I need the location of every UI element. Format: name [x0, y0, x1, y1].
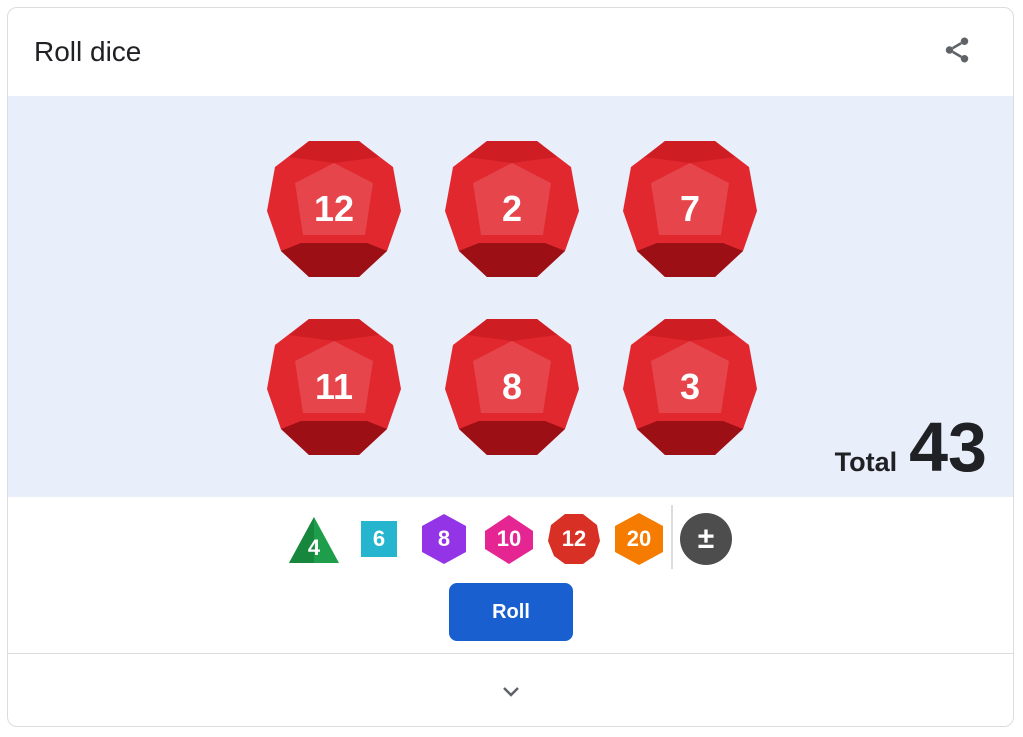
die-value: 12 — [313, 188, 355, 229]
expand-button[interactable] — [491, 673, 531, 709]
die-value: 11 — [314, 366, 354, 407]
die-result: 8 — [445, 317, 579, 457]
share-button[interactable] — [937, 30, 977, 70]
d4-label: 4 — [307, 535, 321, 560]
widget-title: Roll dice — [34, 36, 142, 67]
die-result: 7 — [623, 139, 757, 279]
dice-board: 12 2 7 11 8 3 Total 43 — [8, 96, 1013, 497]
d12-button[interactable]: 12 — [546, 511, 602, 567]
die-value: 8 — [501, 366, 523, 407]
total-value: 43 — [909, 408, 987, 486]
card-header: Roll dice — [8, 8, 1013, 96]
d20-button[interactable]: 20 — [611, 511, 667, 567]
total-display: Total 43 — [835, 412, 987, 482]
modifier-label: ± — [697, 522, 715, 555]
footer-divider — [8, 653, 1013, 654]
modifier-button[interactable]: ± — [678, 511, 734, 567]
die-result: 11 — [267, 317, 401, 457]
die-result: 2 — [445, 139, 579, 279]
d20-label: 20 — [626, 526, 652, 551]
d8-button[interactable]: 8 — [416, 511, 472, 567]
d10-button[interactable]: 10 — [481, 511, 537, 567]
dice-roller-card: Roll dice 12 2 7 11 8 3 Total 43 4 6 8 1… — [7, 7, 1014, 727]
d12-label: 12 — [561, 526, 587, 551]
d6-button[interactable]: 6 — [351, 511, 407, 567]
d4-button[interactable]: 4 — [286, 511, 342, 567]
roll-button[interactable]: Roll — [449, 583, 573, 641]
total-label: Total — [834, 447, 898, 477]
d8-label: 8 — [437, 526, 451, 551]
d6-label: 6 — [372, 526, 386, 551]
d10-label: 10 — [496, 526, 522, 551]
chevron-down-icon — [503, 687, 519, 697]
die-result: 12 — [267, 139, 401, 279]
selector-divider — [671, 505, 673, 569]
die-value: 2 — [501, 188, 523, 229]
share-icon — [945, 37, 969, 63]
die-value: 3 — [679, 366, 701, 407]
die-value: 7 — [679, 188, 701, 229]
die-result: 3 — [623, 317, 757, 457]
